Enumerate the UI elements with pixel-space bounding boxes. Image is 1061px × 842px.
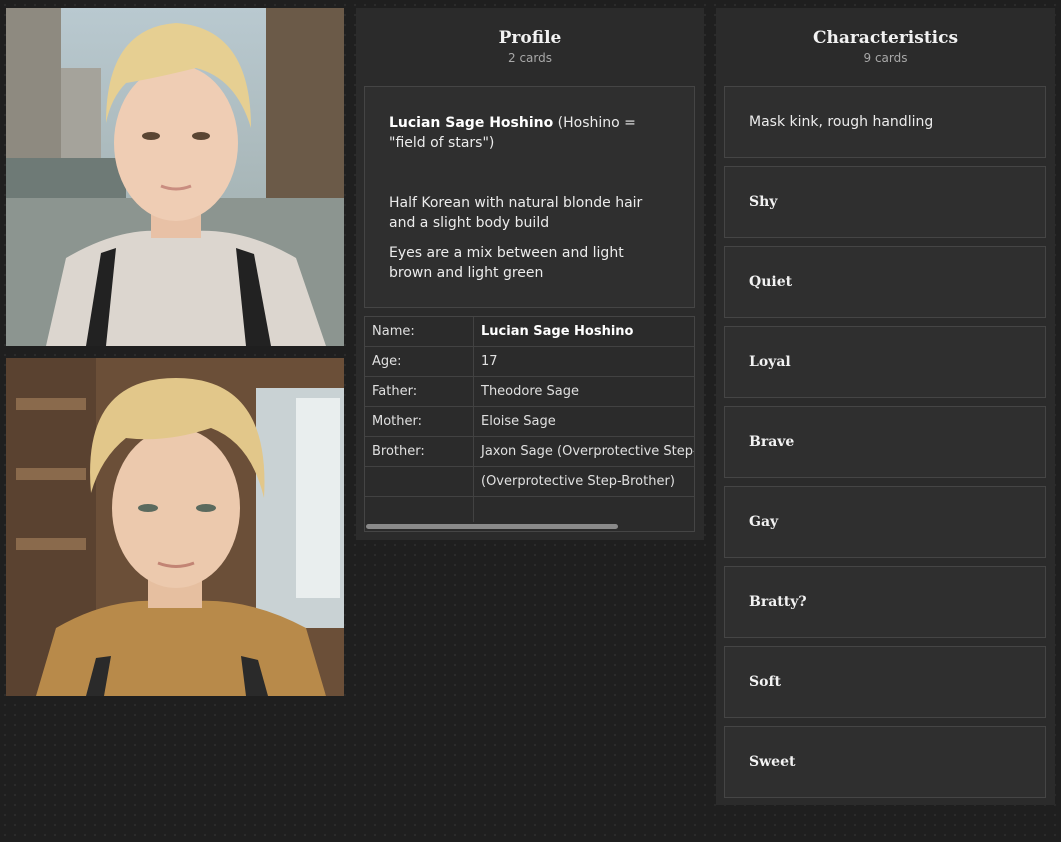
info-table: Name: Lucian Sage Hoshino Age: 17 Father… <box>365 317 694 527</box>
characteristics-card-count: 9 cards <box>863 51 908 65</box>
bio-description: Half Korean with natural blonde hair and… <box>389 195 643 231</box>
profile-header: Profile 2 cards <box>356 8 704 68</box>
trait-label: Mask kink, rough handling <box>749 114 934 130</box>
table-key <box>365 466 474 497</box>
profile-card-count: 2 cards <box>508 51 552 65</box>
table-row: Name: Lucian Sage Hoshino <box>365 317 694 347</box>
profile-panel: Profile 2 cards Lucian Sage Hoshino (Hos… <box>356 8 704 540</box>
characteristics-title: Characteristics <box>812 28 959 48</box>
profile-title: Profile <box>498 28 562 48</box>
portrait-image-2 <box>6 358 344 696</box>
table-key: Mother: <box>365 406 474 437</box>
characteristics-panel: Characteristics 9 cards Mask kink, rough… <box>716 8 1055 805</box>
trait-label: Soft <box>749 674 781 690</box>
table-row: Age: 17 <box>365 346 694 377</box>
trait-card[interactable]: Sweet <box>724 726 1046 798</box>
table-row: (Overprotective Step-Brother) <box>365 466 694 497</box>
trait-card[interactable]: Brave <box>724 406 1046 478</box>
trait-card[interactable]: Quiet <box>724 246 1046 318</box>
trait-label: Sweet <box>749 754 796 770</box>
scrollbar-thumb[interactable] <box>366 524 618 529</box>
table-value: Jaxon Sage (Overprotective Step-Brother) <box>473 436 694 467</box>
bio-card[interactable]: Lucian Sage Hoshino (Hoshino = "field of… <box>364 86 695 308</box>
table-value: (Overprotective Step-Brother) <box>473 466 694 497</box>
trait-card[interactable]: Bratty? <box>724 566 1046 638</box>
bio-eyes: Eyes are a mix between and light brown a… <box>389 245 624 281</box>
horizontal-scrollbar[interactable] <box>365 522 694 531</box>
table-row: Brother: Jaxon Sage (Overprotective Step… <box>365 436 694 467</box>
portrait-image-1 <box>6 8 344 346</box>
table-row: Father: Theodore Sage <box>365 376 694 407</box>
trait-card[interactable]: Mask kink, rough handling <box>724 86 1046 158</box>
table-value: 17 <box>473 346 694 377</box>
trait-label: Shy <box>749 194 778 210</box>
trait-label: Quiet <box>749 274 793 290</box>
trait-card[interactable]: Loyal <box>724 326 1046 398</box>
table-key: Brother: <box>365 436 474 467</box>
table-row: Mother: Eloise Sage <box>365 406 694 437</box>
portrait-photo-2[interactable] <box>6 358 344 696</box>
trait-label: Brave <box>749 434 795 450</box>
table-value: Theodore Sage <box>473 376 694 407</box>
trait-card[interactable]: Gay <box>724 486 1046 558</box>
portrait-photo-1[interactable] <box>6 8 344 346</box>
table-key: Father: <box>365 376 474 407</box>
table-value: Lucian Sage Hoshino <box>473 317 694 347</box>
table-value: Eloise Sage <box>473 406 694 437</box>
trait-card[interactable]: Shy <box>724 166 1046 238</box>
table-key: Age: <box>365 346 474 377</box>
trait-card[interactable]: Soft <box>724 646 1046 718</box>
trait-label: Loyal <box>749 354 791 370</box>
bio-name-line: Lucian Sage Hoshino (Hoshino = "field of… <box>389 113 670 153</box>
info-table-card[interactable]: Name: Lucian Sage Hoshino Age: 17 Father… <box>364 316 695 532</box>
bio-name: Lucian Sage Hoshino <box>389 115 554 131</box>
trait-label: Gay <box>749 514 779 530</box>
characteristics-header: Characteristics 9 cards <box>716 8 1055 68</box>
trait-label: Bratty? <box>749 594 807 610</box>
table-key: Name: <box>365 317 474 347</box>
